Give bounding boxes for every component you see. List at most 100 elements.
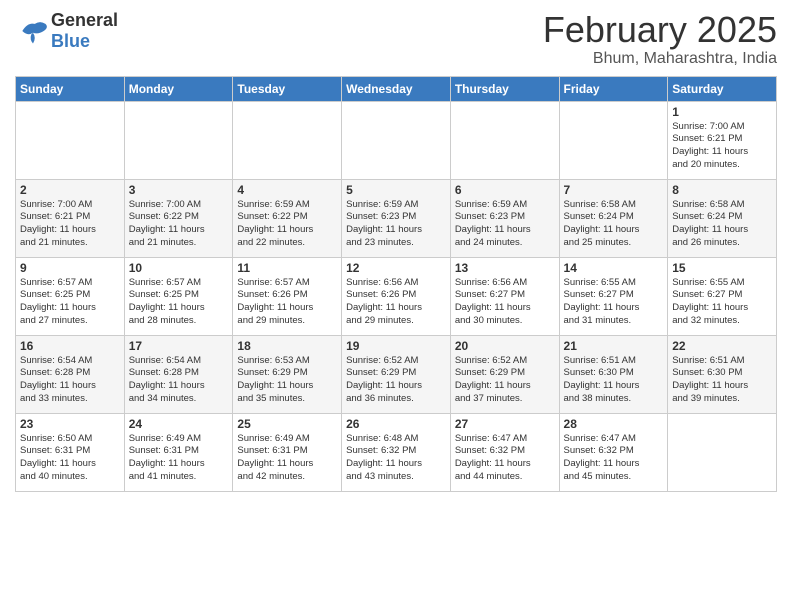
day-info: Sunrise: 6:54 AM Sunset: 6:28 PM Dayligh… (129, 355, 229, 406)
calendar-cell: 3 Sunrise: 7:00 AM Sunset: 6:22 PM Daylig… (124, 179, 233, 257)
day-number: 21 (564, 339, 664, 353)
calendar-cell (342, 101, 451, 179)
calendar-cell: 7 Sunrise: 6:58 AM Sunset: 6:24 PM Daylig… (559, 179, 668, 257)
day-info: Sunrise: 6:47 AM Sunset: 6:32 PM Dayligh… (564, 433, 664, 484)
day-info: Sunrise: 7:00 AM Sunset: 6:21 PM Dayligh… (672, 121, 772, 172)
day-number: 13 (455, 261, 555, 275)
day-number: 16 (20, 339, 120, 353)
day-info: Sunrise: 6:59 AM Sunset: 6:23 PM Dayligh… (346, 199, 446, 250)
day-info: Sunrise: 6:59 AM Sunset: 6:22 PM Dayligh… (237, 199, 337, 250)
calendar-cell: 21 Sunrise: 6:51 AM Sunset: 6:30 PM Dayli… (559, 335, 668, 413)
calendar-cell: 14Sunrise: 6:55 AM Sunset: 6:27 PM Dayli… (559, 257, 668, 335)
day-number: 15 (672, 261, 772, 275)
calendar-cell: 15 Sunrise: 6:55 AM Sunset: 6:27 PM Dayli… (668, 257, 777, 335)
calendar-cell: 17 Sunrise: 6:54 AM Sunset: 6:28 PM Dayli… (124, 335, 233, 413)
calendar-cell: 25 Sunrise: 6:49 AM Sunset: 6:31 PM Dayli… (233, 413, 342, 491)
title-area: February 2025 Bhum, Maharashtra, India (543, 10, 777, 68)
day-number: 18 (237, 339, 337, 353)
calendar-cell: 13 Sunrise: 6:56 AM Sunset: 6:27 PM Dayli… (450, 257, 559, 335)
day-info: Sunrise: 6:58 AM Sunset: 6:24 PM Dayligh… (564, 199, 664, 250)
day-number: 2 (20, 183, 120, 197)
calendar-cell: 23 Sunrise: 6:50 AM Sunset: 6:31 PM Dayli… (16, 413, 125, 491)
day-info: Sunrise: 6:56 AM Sunset: 6:26 PM Dayligh… (346, 277, 446, 328)
calendar-cell (16, 101, 125, 179)
calendar-cell: 6 Sunrise: 6:59 AM Sunset: 6:23 PM Daylig… (450, 179, 559, 257)
day-number: 12 (346, 261, 446, 275)
weekday-header-wednesday: Wednesday (342, 76, 451, 101)
day-info: Sunrise: 7:00 AM Sunset: 6:21 PM Dayligh… (20, 199, 120, 250)
calendar-cell (668, 413, 777, 491)
calendar-cell (450, 101, 559, 179)
day-info: Sunrise: 6:49 AM Sunset: 6:31 PM Dayligh… (129, 433, 229, 484)
day-number: 1 (672, 105, 772, 119)
day-info: Sunrise: 6:57 AM Sunset: 6:25 PM Dayligh… (20, 277, 120, 328)
day-info: Sunrise: 6:50 AM Sunset: 6:31 PM Dayligh… (20, 433, 120, 484)
weekday-header-row: SundayMondayTuesdayWednesdayThursdayFrid… (16, 76, 777, 101)
day-number: 17 (129, 339, 229, 353)
calendar-table: SundayMondayTuesdayWednesdayThursdayFrid… (15, 76, 777, 492)
day-number: 9 (20, 261, 120, 275)
day-number: 3 (129, 183, 229, 197)
week-row-3: 16 Sunrise: 6:54 AM Sunset: 6:28 PM Dayli… (16, 335, 777, 413)
calendar-cell: 10Sunrise: 6:57 AM Sunset: 6:25 PM Dayli… (124, 257, 233, 335)
calendar-cell: 5 Sunrise: 6:59 AM Sunset: 6:23 PM Daylig… (342, 179, 451, 257)
day-info: Sunrise: 6:54 AM Sunset: 6:28 PM Dayligh… (20, 355, 120, 406)
week-row-0: 1 Sunrise: 7:00 AM Sunset: 6:21 PM Daylig… (16, 101, 777, 179)
weekday-header-friday: Friday (559, 76, 668, 101)
calendar-cell: 22Sunrise: 6:51 AM Sunset: 6:30 PM Dayli… (668, 335, 777, 413)
day-number: 5 (346, 183, 446, 197)
calendar-cell: 19Sunrise: 6:52 AM Sunset: 6:29 PM Dayli… (342, 335, 451, 413)
header: General Blue February 2025 Bhum, Maharas… (15, 10, 777, 68)
week-row-4: 23 Sunrise: 6:50 AM Sunset: 6:31 PM Dayli… (16, 413, 777, 491)
calendar-cell: 2 Sunrise: 7:00 AM Sunset: 6:21 PM Daylig… (16, 179, 125, 257)
weekday-header-thursday: Thursday (450, 76, 559, 101)
logo-blue-text: Blue (51, 31, 118, 52)
calendar-cell: 24 Sunrise: 6:49 AM Sunset: 6:31 PM Dayli… (124, 413, 233, 491)
day-number: 6 (455, 183, 555, 197)
day-number: 26 (346, 417, 446, 431)
calendar-cell: 8Sunrise: 6:58 AM Sunset: 6:24 PM Daylig… (668, 179, 777, 257)
day-number: 24 (129, 417, 229, 431)
day-info: Sunrise: 6:47 AM Sunset: 6:32 PM Dayligh… (455, 433, 555, 484)
day-number: 20 (455, 339, 555, 353)
day-info: Sunrise: 6:56 AM Sunset: 6:27 PM Dayligh… (455, 277, 555, 328)
day-number: 28 (564, 417, 664, 431)
day-info: Sunrise: 6:52 AM Sunset: 6:29 PM Dayligh… (455, 355, 555, 406)
day-number: 14 (564, 261, 664, 275)
day-info: Sunrise: 6:53 AM Sunset: 6:29 PM Dayligh… (237, 355, 337, 406)
logo-text: General Blue (51, 10, 118, 52)
calendar-cell: 12 Sunrise: 6:56 AM Sunset: 6:26 PM Dayli… (342, 257, 451, 335)
logo-icon (15, 15, 51, 47)
day-number: 7 (564, 183, 664, 197)
day-number: 4 (237, 183, 337, 197)
calendar-cell: 16 Sunrise: 6:54 AM Sunset: 6:28 PM Dayli… (16, 335, 125, 413)
day-info: Sunrise: 7:00 AM Sunset: 6:22 PM Dayligh… (129, 199, 229, 250)
logo-general-text: General (51, 10, 118, 31)
day-info: Sunrise: 6:58 AM Sunset: 6:24 PM Dayligh… (672, 199, 772, 250)
calendar-cell (559, 101, 668, 179)
week-row-1: 2 Sunrise: 7:00 AM Sunset: 6:21 PM Daylig… (16, 179, 777, 257)
day-number: 23 (20, 417, 120, 431)
day-info: Sunrise: 6:51 AM Sunset: 6:30 PM Dayligh… (672, 355, 772, 406)
day-info: Sunrise: 6:49 AM Sunset: 6:31 PM Dayligh… (237, 433, 337, 484)
calendar-cell: 1 Sunrise: 7:00 AM Sunset: 6:21 PM Daylig… (668, 101, 777, 179)
weekday-header-monday: Monday (124, 76, 233, 101)
calendar-cell (233, 101, 342, 179)
day-info: Sunrise: 6:55 AM Sunset: 6:27 PM Dayligh… (672, 277, 772, 328)
day-number: 10 (129, 261, 229, 275)
weekday-header-tuesday: Tuesday (233, 76, 342, 101)
calendar-cell: 26 Sunrise: 6:48 AM Sunset: 6:32 PM Dayli… (342, 413, 451, 491)
calendar-cell: 4 Sunrise: 6:59 AM Sunset: 6:22 PM Daylig… (233, 179, 342, 257)
week-row-2: 9 Sunrise: 6:57 AM Sunset: 6:25 PM Daylig… (16, 257, 777, 335)
weekday-header-sunday: Sunday (16, 76, 125, 101)
calendar-page: General Blue February 2025 Bhum, Maharas… (0, 0, 792, 612)
day-info: Sunrise: 6:51 AM Sunset: 6:30 PM Dayligh… (564, 355, 664, 406)
calendar-body: 1 Sunrise: 7:00 AM Sunset: 6:21 PM Daylig… (16, 101, 777, 491)
day-info: Sunrise: 6:57 AM Sunset: 6:26 PM Dayligh… (237, 277, 337, 328)
calendar-cell: 11Sunrise: 6:57 AM Sunset: 6:26 PM Dayli… (233, 257, 342, 335)
day-number: 27 (455, 417, 555, 431)
logo: General Blue (15, 10, 118, 52)
day-info: Sunrise: 6:48 AM Sunset: 6:32 PM Dayligh… (346, 433, 446, 484)
day-number: 25 (237, 417, 337, 431)
day-info: Sunrise: 6:59 AM Sunset: 6:23 PM Dayligh… (455, 199, 555, 250)
